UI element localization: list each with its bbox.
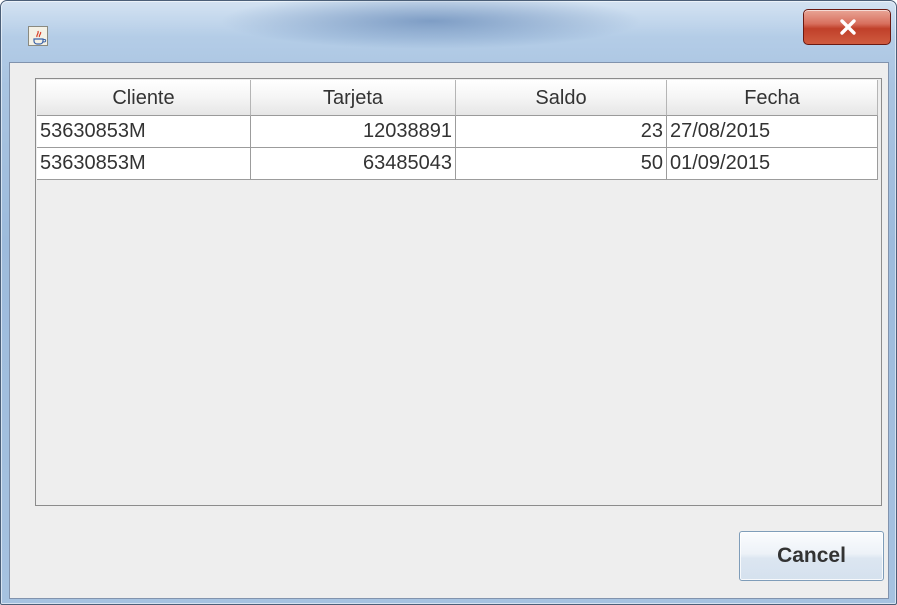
cell-tarjeta[interactable]: 63485043 (251, 148, 456, 180)
title-bar[interactable] (1, 1, 896, 61)
cell-fecha[interactable]: 01/09/2015 (667, 148, 878, 180)
dialog-content: Cliente Tarjeta Saldo Fecha 53630853M 12… (9, 62, 889, 599)
column-header-tarjeta[interactable]: Tarjeta (251, 80, 456, 116)
table-row[interactable]: 53630853M 63485043 50 01/09/2015 (37, 148, 878, 180)
column-header-fecha[interactable]: Fecha (667, 80, 878, 116)
cell-saldo[interactable]: 23 (456, 116, 667, 148)
close-button[interactable] (803, 9, 891, 45)
close-icon (840, 19, 856, 35)
cancel-button[interactable]: Cancel (739, 531, 884, 581)
table-scroll-pane[interactable]: Cliente Tarjeta Saldo Fecha 53630853M 12… (35, 78, 882, 506)
table-row[interactable]: 53630853M 12038891 23 27/08/2015 (37, 116, 878, 148)
cell-tarjeta[interactable]: 12038891 (251, 116, 456, 148)
table-body: 53630853M 12038891 23 27/08/2015 5363085… (37, 116, 878, 180)
column-header-saldo[interactable]: Saldo (456, 80, 667, 116)
java-cup-icon (28, 26, 48, 46)
cell-fecha[interactable]: 27/08/2015 (667, 116, 878, 148)
cell-saldo[interactable]: 50 (456, 148, 667, 180)
cell-cliente[interactable]: 53630853M (37, 148, 251, 180)
dialog-window: Cliente Tarjeta Saldo Fecha 53630853M 12… (0, 0, 897, 605)
table-header: Cliente Tarjeta Saldo Fecha (37, 80, 878, 116)
column-header-cliente[interactable]: Cliente (37, 80, 251, 116)
cell-cliente[interactable]: 53630853M (37, 116, 251, 148)
